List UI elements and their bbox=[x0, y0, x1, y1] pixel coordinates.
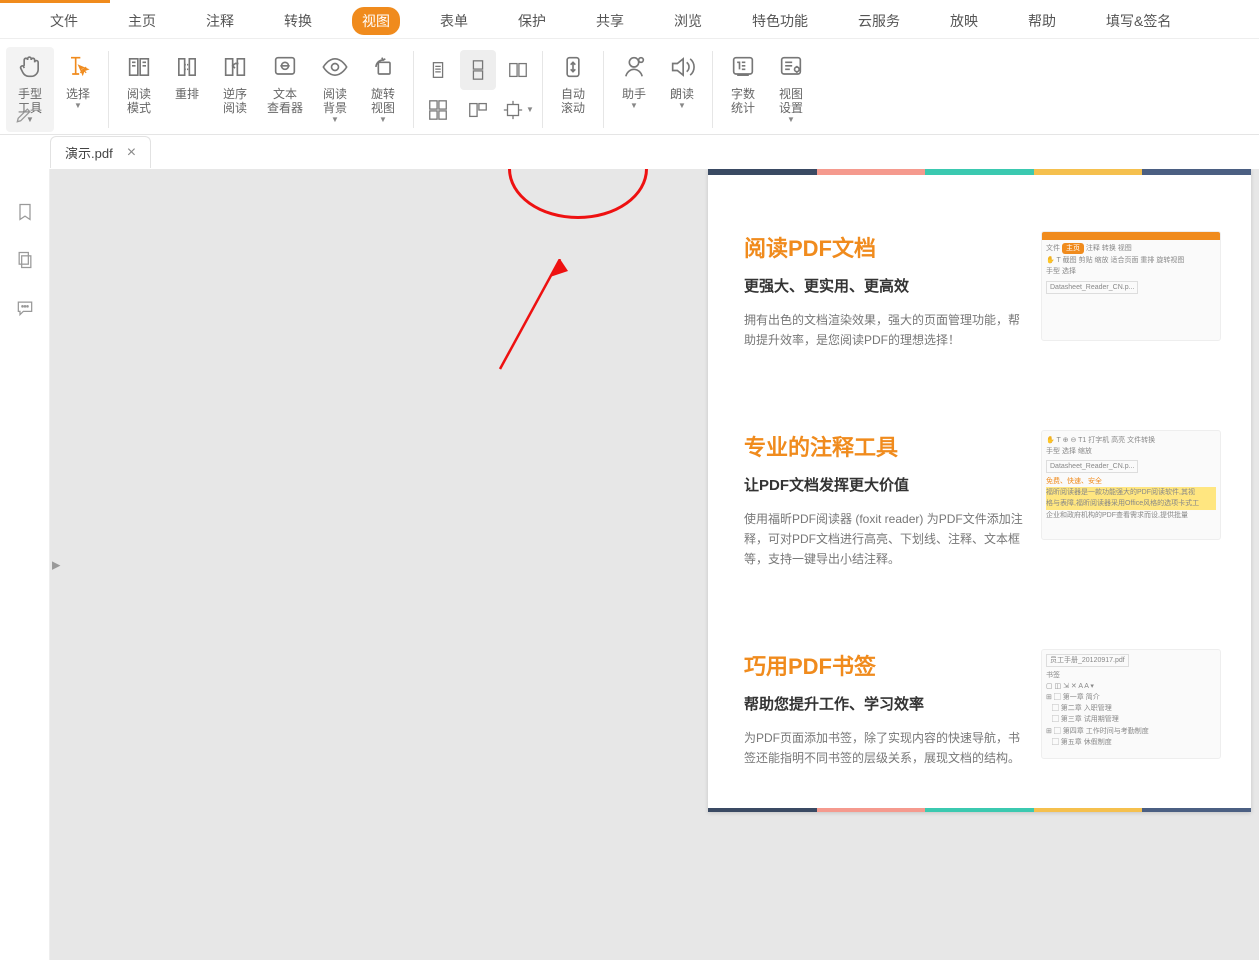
document-tab-title: 演示.pdf bbox=[65, 143, 113, 162]
feature-subtitle: 更强大、更实用、更高效 bbox=[744, 275, 1023, 296]
menu-features[interactable]: 特色功能 bbox=[742, 7, 818, 35]
tool-view-settings[interactable]: 视图设置 ▼ bbox=[767, 47, 815, 132]
feature-body: 使用福昕PDF阅读器 (foxit reader) 为PDF文件添加注释，可对P… bbox=[744, 509, 1023, 569]
feature-subtitle: 让PDF文档发挥更大价值 bbox=[744, 474, 1023, 495]
feature-block-annotate: 专业的注释工具 让PDF文档发挥更大价值 使用福昕PDF阅读器 (foxit r… bbox=[708, 390, 1251, 609]
menu-convert[interactable]: 转换 bbox=[274, 7, 322, 35]
layout-facing[interactable] bbox=[500, 50, 536, 90]
chevron-down-icon: ▼ bbox=[526, 105, 534, 114]
chevron-down-icon: ▼ bbox=[787, 115, 795, 124]
tool-select[interactable]: 选择 ▼ bbox=[54, 47, 102, 132]
tool-text-viewer[interactable]: 文本查看器 bbox=[259, 47, 311, 132]
tool-view-settings-label: 视图设置 bbox=[779, 87, 803, 115]
tool-read-mode-label: 阅读模式 bbox=[127, 87, 151, 115]
menu-view[interactable]: 视图 bbox=[352, 7, 400, 35]
tool-rotate-label: 旋转视图 bbox=[371, 87, 395, 115]
workspace: ▶ 阅读PDF文档 更强大、更实用、更高效 拥有出色的文档渲染效果，强大的页面管… bbox=[0, 169, 1259, 960]
tool-read-bg-label: 阅读背景 bbox=[323, 87, 347, 115]
chevron-down-icon: ▼ bbox=[74, 101, 82, 110]
tool-auto-scroll[interactable]: 自动滚动 bbox=[549, 47, 597, 132]
feature-block-read: 阅读PDF文档 更强大、更实用、更高效 拥有出色的文档渲染效果，强大的页面管理功… bbox=[708, 191, 1251, 390]
feature-body: 为PDF页面添加书签，除了实现内容的快速导航，书签还能指明不同书签的层级关系，展… bbox=[744, 728, 1023, 768]
chevron-down-icon: ▼ bbox=[678, 101, 686, 110]
feature-block-bookmark: 巧用PDF书签 帮助您提升工作、学习效率 为PDF页面添加书签，除了实现内容的快… bbox=[708, 609, 1251, 808]
annotation-arrow bbox=[490, 259, 580, 379]
pencil-icon[interactable] bbox=[14, 105, 34, 128]
document-canvas[interactable]: ▶ 阅读PDF文档 更强大、更实用、更高效 拥有出色的文档渲染效果，强大的页面管… bbox=[50, 169, 1259, 960]
layout-split[interactable]: ▼ bbox=[500, 90, 536, 130]
tool-rotate-view[interactable]: 旋转视图 ▼ bbox=[359, 47, 407, 132]
comments-panel-icon[interactable] bbox=[14, 297, 36, 319]
feature-title: 专业的注释工具 bbox=[744, 430, 1023, 462]
feature-subtitle: 帮助您提升工作、学习效率 bbox=[744, 693, 1023, 714]
rotate-icon bbox=[367, 51, 399, 83]
tool-select-label: 选择 bbox=[66, 87, 90, 101]
pages-panel-icon[interactable] bbox=[14, 249, 36, 271]
tool-assistant-label: 助手 bbox=[622, 87, 646, 101]
document-tab[interactable]: 演示.pdf × bbox=[50, 136, 151, 168]
layout-continuous[interactable] bbox=[460, 50, 496, 90]
select-icon bbox=[62, 51, 94, 83]
panel-expand-handle[interactable]: ▶ bbox=[52, 558, 60, 571]
menu-browse[interactable]: 浏览 bbox=[664, 7, 712, 35]
tool-assistant[interactable]: 助手 ▼ bbox=[610, 47, 658, 132]
page-bottom-band bbox=[708, 808, 1251, 812]
feature-title: 阅读PDF文档 bbox=[744, 231, 1023, 263]
word-count-icon bbox=[727, 51, 759, 83]
feature-thumbnail: 文件 主页 注释 转换 视图 ✋ T 截图 剪贴 缩放 适合页面 重排 旋转视图… bbox=[1041, 231, 1221, 341]
chevron-down-icon: ▼ bbox=[331, 115, 339, 124]
bookmark-panel-icon[interactable] bbox=[14, 201, 36, 223]
menu-cloud[interactable]: 云服务 bbox=[848, 7, 910, 35]
tool-word-count-label: 字数统计 bbox=[731, 87, 755, 115]
tool-read-aloud-label: 朗读 bbox=[670, 87, 694, 101]
menu-comment[interactable]: 注释 bbox=[196, 7, 244, 35]
tool-auto-scroll-label: 自动滚动 bbox=[561, 87, 585, 115]
layout-cover-facing[interactable] bbox=[460, 90, 496, 130]
assistant-icon bbox=[618, 51, 650, 83]
close-tab-button[interactable]: × bbox=[127, 145, 136, 161]
menu-file[interactable]: 文件 bbox=[40, 7, 88, 35]
feature-title: 巧用PDF书签 bbox=[744, 649, 1023, 681]
tool-text-viewer-label: 文本查看器 bbox=[267, 87, 303, 115]
book-icon bbox=[123, 51, 155, 83]
tool-word-count[interactable]: 字数统计 bbox=[719, 47, 767, 132]
annotation-circle bbox=[508, 169, 648, 219]
menu-sign[interactable]: 填写&签名 bbox=[1096, 7, 1181, 35]
feature-thumbnail: 员工手册_20120917.pdf 书签 ▢ ◫ ⇲ ✕ A A ▾ ⊞ ▢ 第… bbox=[1041, 649, 1221, 759]
auto-scroll-icon bbox=[557, 51, 589, 83]
feature-body: 拥有出色的文档渲染效果，强大的页面管理功能，帮助提升效率，是您阅读PDF的理想选… bbox=[744, 310, 1023, 350]
layout-continuous-facing[interactable] bbox=[420, 90, 456, 130]
ribbon: 手型工具 ▼ 选择 ▼ 阅读模式 重排 逆序阅读 文本查看器 阅读背景 ▼ 旋转… bbox=[0, 39, 1259, 135]
page-layout-group: ▼ bbox=[420, 47, 536, 132]
tool-reverse-read[interactable]: 逆序阅读 bbox=[211, 47, 259, 132]
menu-bar: 文件 主页 注释 转换 视图 表单 保护 共享 浏览 特色功能 云服务 放映 帮… bbox=[0, 3, 1259, 39]
page-top-band bbox=[708, 169, 1251, 175]
layout-single-page[interactable] bbox=[420, 50, 456, 90]
tool-reflow[interactable]: 重排 bbox=[163, 47, 211, 132]
reverse-icon bbox=[219, 51, 251, 83]
eye-icon bbox=[319, 51, 351, 83]
reflow-icon bbox=[171, 51, 203, 83]
view-settings-icon bbox=[775, 51, 807, 83]
tool-reverse-label: 逆序阅读 bbox=[223, 87, 247, 115]
menu-form[interactable]: 表单 bbox=[430, 7, 478, 35]
tool-reflow-label: 重排 bbox=[175, 87, 199, 101]
side-panel bbox=[0, 169, 50, 960]
tool-read-mode[interactable]: 阅读模式 bbox=[115, 47, 163, 132]
pdf-page: 阅读PDF文档 更强大、更实用、更高效 拥有出色的文档渲染效果，强大的页面管理功… bbox=[708, 169, 1251, 812]
menu-help[interactable]: 帮助 bbox=[1018, 7, 1066, 35]
feature-thumbnail: ✋ T ⊕ ⊖ T1 打字机 高亮 文件转换 手型 选择 缩放 Datashee… bbox=[1041, 430, 1221, 540]
tool-read-bg[interactable]: 阅读背景 ▼ bbox=[311, 47, 359, 132]
menu-protect[interactable]: 保护 bbox=[508, 7, 556, 35]
document-tab-strip: 演示.pdf × bbox=[0, 135, 1259, 169]
text-viewer-icon bbox=[269, 51, 301, 83]
hand-icon bbox=[14, 51, 46, 83]
menu-play[interactable]: 放映 bbox=[940, 7, 988, 35]
chevron-down-icon: ▼ bbox=[630, 101, 638, 110]
menu-share[interactable]: 共享 bbox=[586, 7, 634, 35]
chevron-down-icon: ▼ bbox=[379, 115, 387, 124]
tool-read-aloud[interactable]: 朗读 ▼ bbox=[658, 47, 706, 132]
menu-home[interactable]: 主页 bbox=[118, 7, 166, 35]
speaker-icon bbox=[666, 51, 698, 83]
